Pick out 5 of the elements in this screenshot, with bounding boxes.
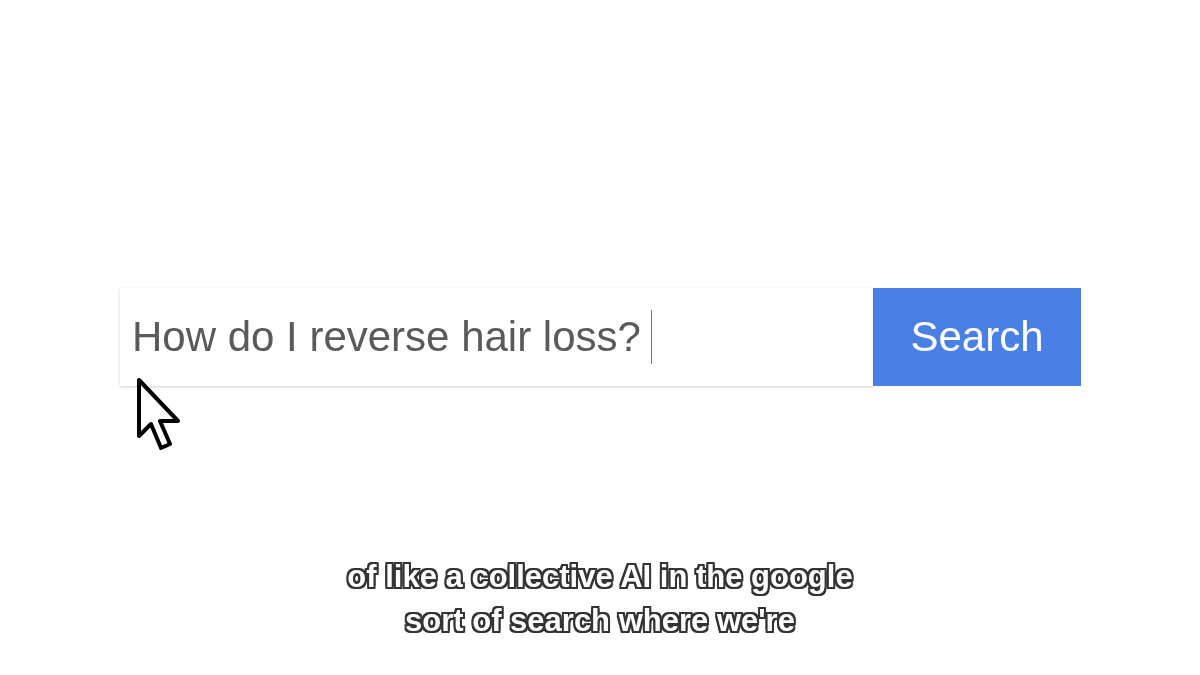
caption-line: of like a collective AI in the google [347,558,853,598]
search-button[interactable]: Search [873,288,1081,386]
caption-line: sort of search where we're [405,602,795,640]
text-cursor [650,310,652,364]
search-field[interactable]: How do I reverse hair loss? [120,288,873,386]
